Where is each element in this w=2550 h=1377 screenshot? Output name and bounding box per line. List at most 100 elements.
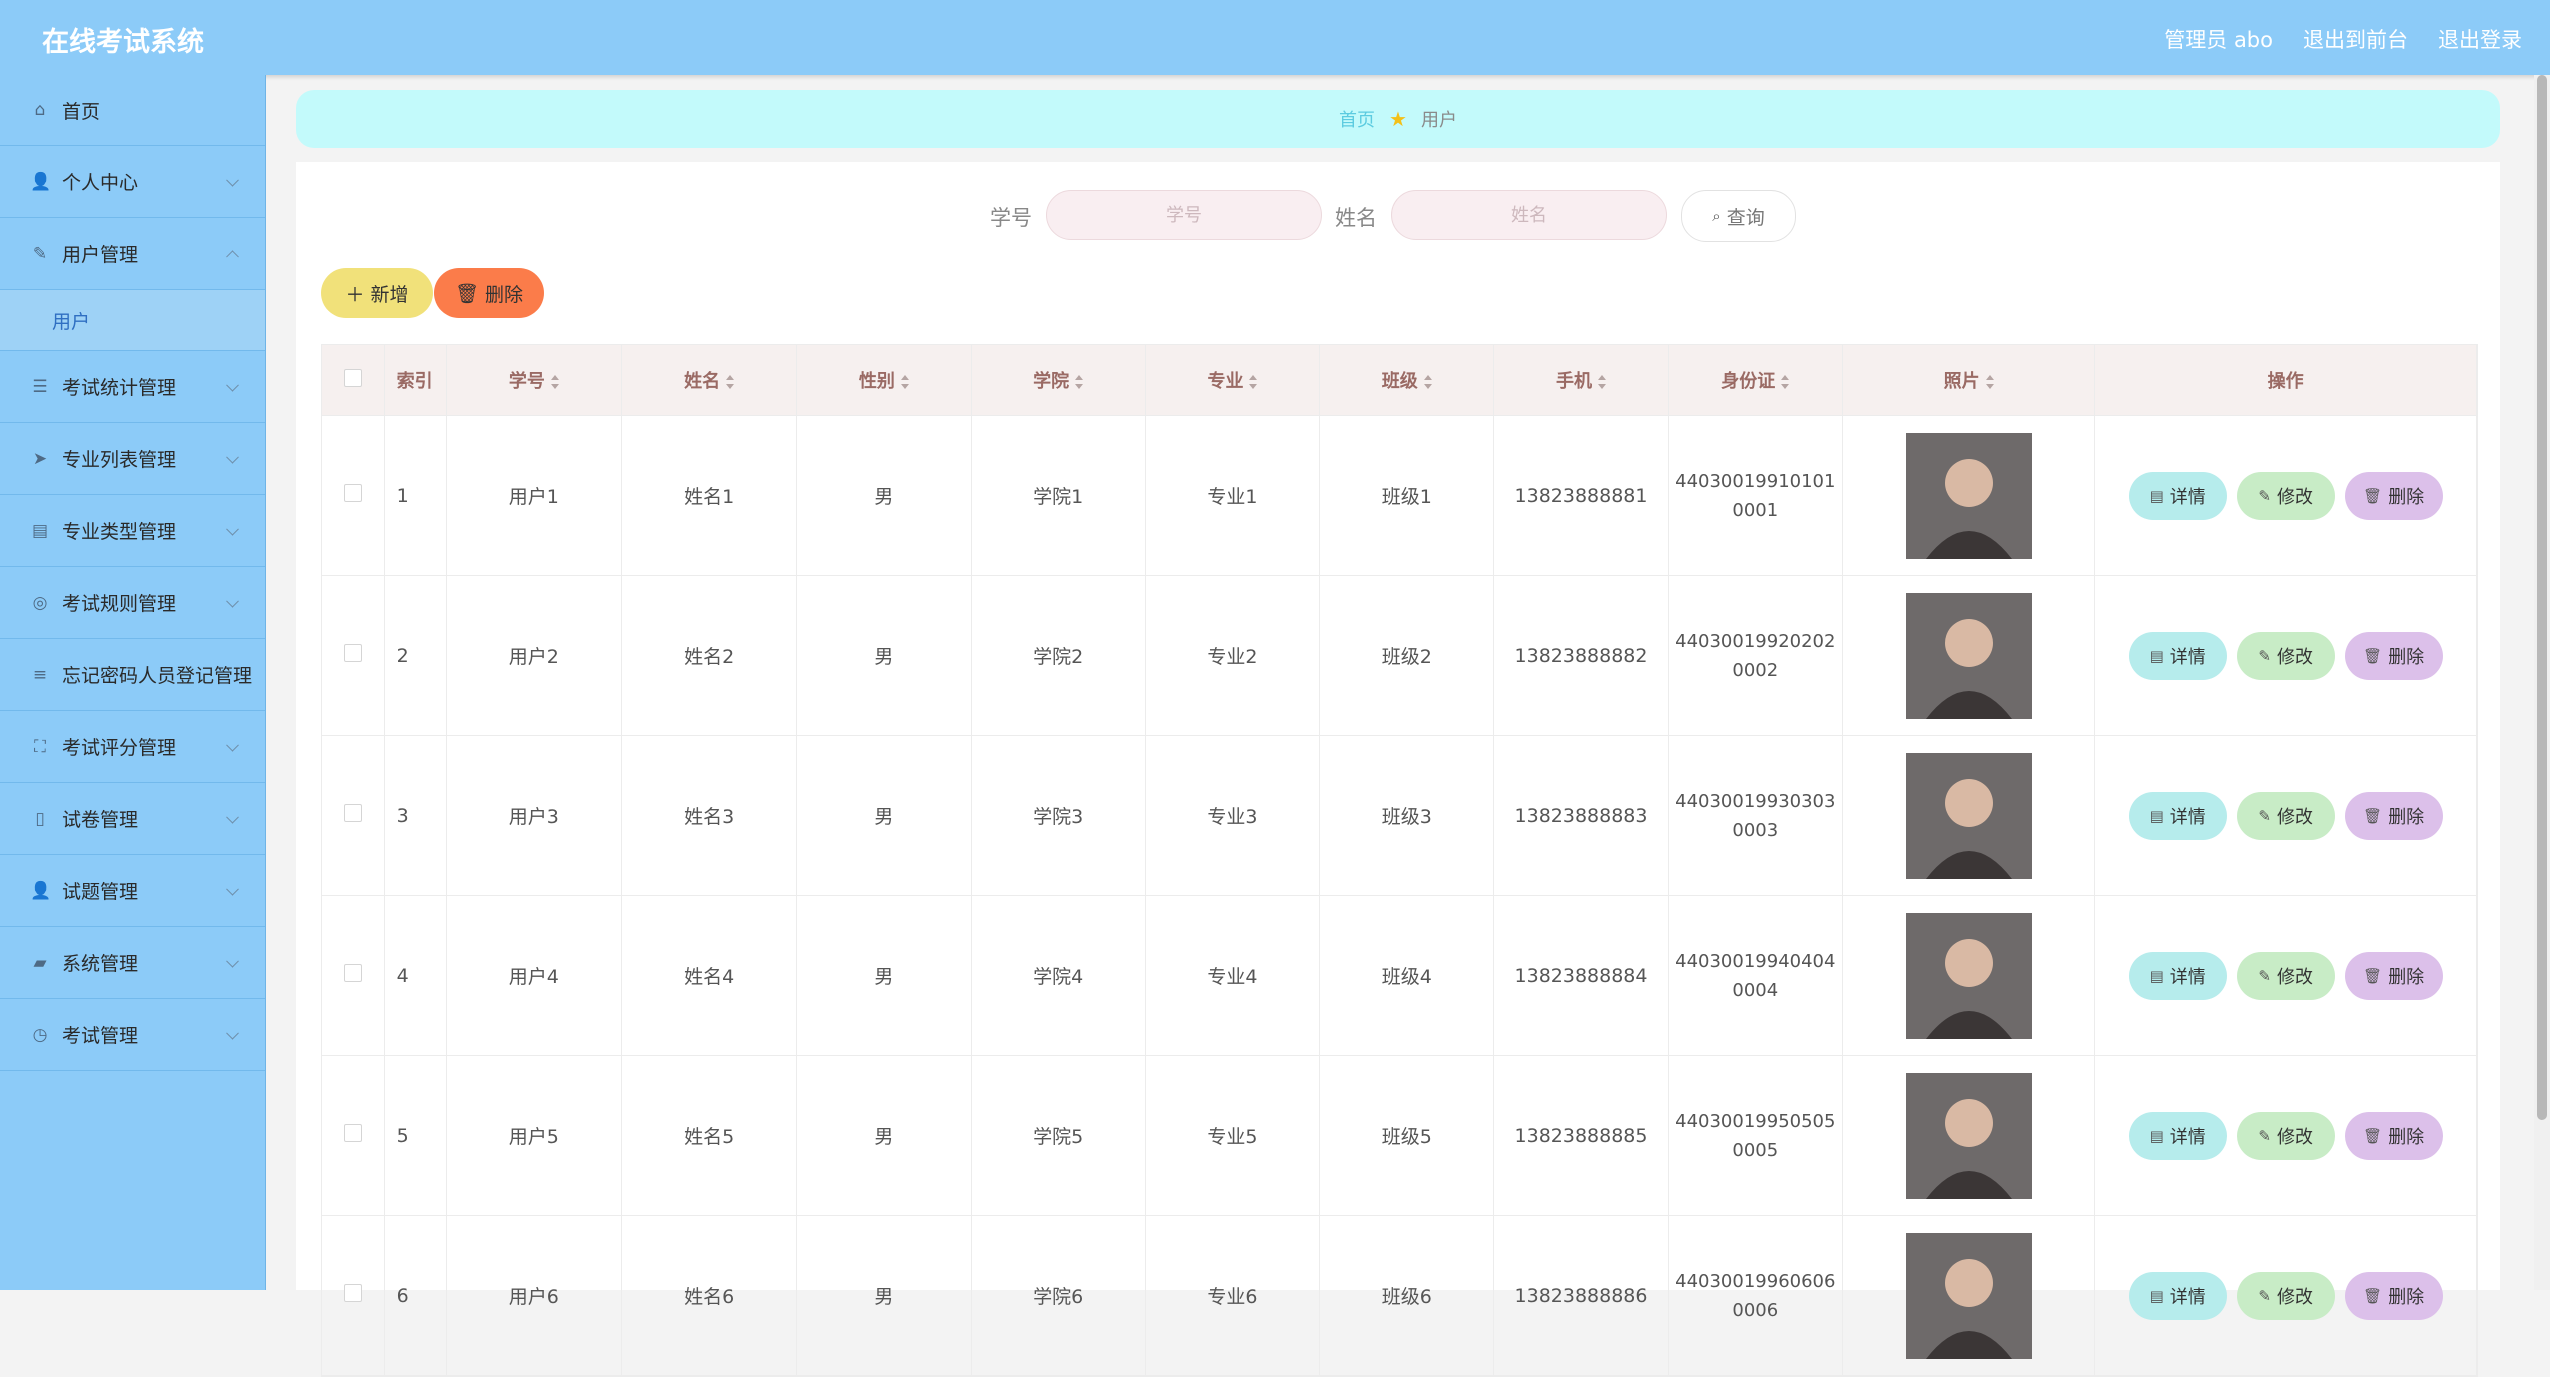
page-scrollbar[interactable]: [2534, 75, 2550, 1290]
logout-link[interactable]: 退出登录: [2438, 24, 2522, 54]
add-button-label: 新增: [370, 283, 409, 306]
detail-button[interactable]: ▤ 详情: [2128, 471, 2227, 520]
edit-button[interactable]: ✎ 修改: [2236, 471, 2335, 520]
xuehao-search-input[interactable]: [1046, 190, 1322, 240]
cell-xuehao: 用户5: [446, 1055, 622, 1216]
header-label: 班级: [1381, 371, 1418, 392]
cell-college: 学院4: [971, 895, 1146, 1056]
row-checkbox[interactable]: [343, 1124, 362, 1142]
delete-button-label: 删除: [2388, 646, 2425, 668]
delete-button[interactable]: 🗑 删除: [2344, 1111, 2443, 1160]
user-photo[interactable]: [1905, 1232, 2032, 1359]
table-row: 3 用户3 姓名3 男 学院3 专业3 班级3 13823888883 4403…: [322, 735, 2477, 896]
header-xuehao[interactable]: 学号: [446, 345, 622, 416]
header-label: 专业: [1207, 371, 1244, 392]
header-major[interactable]: 专业: [1145, 345, 1321, 416]
header-class[interactable]: 班级: [1319, 345, 1495, 416]
cell-gender: 男: [796, 415, 972, 576]
user-photo[interactable]: [1905, 752, 2032, 879]
idcard-line1: 44030019950505: [1675, 1110, 1836, 1132]
cell-class: 班级2: [1319, 575, 1495, 736]
detail-button[interactable]: ▤ 详情: [2128, 951, 2227, 1000]
edit-icon: ✎: [32, 243, 48, 264]
header-label: 身份证: [1721, 371, 1776, 392]
header-college[interactable]: 学院: [971, 345, 1146, 416]
sidebar-item-paper-management[interactable]: ▯ 试卷管理: [0, 783, 265, 855]
admin-user-link[interactable]: 管理员 abo: [2164, 24, 2273, 54]
send-icon: ➤: [32, 448, 48, 469]
query-button[interactable]: ⌕ 查询: [1681, 190, 1796, 242]
select-all-checkbox[interactable]: [343, 368, 362, 387]
cell-class: 班级1: [1319, 415, 1495, 576]
cell-name: 姓名6: [621, 1215, 798, 1376]
edit-button-label: 修改: [2276, 646, 2313, 668]
sidebar-item-personal-center[interactable]: 👤 个人中心: [0, 146, 265, 218]
cell-major: 专业1: [1145, 415, 1321, 576]
header-index: 索引: [384, 345, 447, 416]
header-name[interactable]: 姓名: [621, 345, 798, 416]
sidebar-item-system-management[interactable]: ▰ 系统管理: [0, 927, 265, 999]
batch-delete-button[interactable]: 🗑 删除: [434, 268, 544, 318]
idcard-line1: 44030019910101: [1675, 470, 1836, 492]
detail-button[interactable]: ▤ 详情: [2128, 1271, 2227, 1320]
delete-button[interactable]: 🗑 删除: [2344, 951, 2443, 1000]
sidebar-item-exam-stats[interactable]: ☰ 考试统计管理: [0, 351, 265, 423]
row-checkbox[interactable]: [343, 484, 362, 502]
delete-button[interactable]: 🗑 删除: [2344, 631, 2443, 680]
edit-button[interactable]: ✎ 修改: [2236, 1271, 2335, 1320]
sidebar-item-major-type[interactable]: ▤ 专业类型管理: [0, 495, 265, 567]
document-icon: ▤: [2149, 486, 2164, 505]
edit-button[interactable]: ✎ 修改: [2236, 951, 2335, 1000]
cell-ops: ▤ 详情 ✎ 修改 🗑 删除: [2094, 1055, 2477, 1216]
user-photo[interactable]: [1905, 1072, 2032, 1199]
cell-major: 专业6: [1145, 1215, 1321, 1376]
breadcrumb-home[interactable]: 首页: [1339, 106, 1375, 132]
row-checkbox[interactable]: [343, 1284, 362, 1302]
row-checkbox[interactable]: [343, 804, 362, 822]
detail-button[interactable]: ▤ 详情: [2128, 631, 2227, 680]
header-photo[interactable]: 照片: [1842, 345, 2096, 416]
document-icon: ▤: [2149, 1286, 2164, 1305]
sidebar-item-exam-management[interactable]: ◷ 考试管理: [0, 999, 265, 1071]
sidebar-item-exam-rules[interactable]: ◎ 考试规则管理: [0, 567, 265, 639]
header-label: 照片: [1943, 371, 1980, 392]
sidebar-item-home[interactable]: ⌂ 首页: [0, 75, 265, 146]
sidebar-subitem-user[interactable]: 用户: [0, 290, 265, 351]
sort-icon: [1985, 375, 1994, 389]
cell-phone: 13823888882: [1493, 575, 1669, 736]
table-row: 6 用户6 姓名6 男 学院6 专业6 班级6 13823888886 4403…: [322, 1215, 2477, 1376]
name-search-input[interactable]: [1391, 190, 1667, 240]
sidebar-item-major-list[interactable]: ➤ 专业列表管理: [0, 423, 265, 495]
row-checkbox[interactable]: [343, 644, 362, 662]
user-photo[interactable]: [1905, 432, 2032, 559]
sidebar-item-label: 忘记密码人员登记管理: [62, 665, 253, 687]
header-phone[interactable]: 手机: [1493, 345, 1669, 416]
delete-button[interactable]: 🗑 删除: [2344, 791, 2443, 840]
sidebar-item-question-management[interactable]: 👤 试题管理: [0, 855, 265, 927]
edit-button[interactable]: ✎ 修改: [2236, 791, 2335, 840]
detail-button[interactable]: ▤ 详情: [2128, 791, 2227, 840]
header-gender[interactable]: 性别: [796, 345, 972, 416]
cell-college: 学院6: [971, 1215, 1146, 1376]
pencil-icon: ✎: [2258, 966, 2271, 985]
delete-button[interactable]: 🗑 删除: [2344, 1271, 2443, 1320]
sidebar-item-user-management[interactable]: ✎ 用户管理: [0, 218, 265, 290]
edit-button[interactable]: ✎ 修改: [2236, 631, 2335, 680]
edit-button[interactable]: ✎ 修改: [2236, 1111, 2335, 1160]
clipboard-icon: ▤: [31, 520, 49, 541]
detail-button[interactable]: ▤ 详情: [2128, 1111, 2227, 1160]
header-idcard[interactable]: 身份证: [1668, 345, 1843, 416]
exit-to-front-link[interactable]: 退出到前台: [2303, 24, 2408, 54]
user-photo[interactable]: [1905, 912, 2032, 1039]
sidebar-item-exam-scoring[interactable]: ⛶ 考试评分管理: [0, 711, 265, 783]
document-icon: ▤: [2149, 646, 2164, 665]
pencil-icon: ✎: [2258, 806, 2271, 825]
delete-button[interactable]: 🗑 删除: [2344, 471, 2443, 520]
cell-college: 学院5: [971, 1055, 1146, 1216]
cell-idcard: 44030019920202 0002: [1668, 575, 1843, 736]
sidebar-item-forgot-password[interactable]: ≡ 忘记密码人员登记管理: [0, 639, 265, 711]
scrollbar-thumb[interactable]: [2537, 75, 2547, 1120]
add-button[interactable]: ＋ 新增: [321, 268, 433, 318]
user-photo[interactable]: [1905, 592, 2032, 719]
row-checkbox[interactable]: [343, 964, 362, 982]
